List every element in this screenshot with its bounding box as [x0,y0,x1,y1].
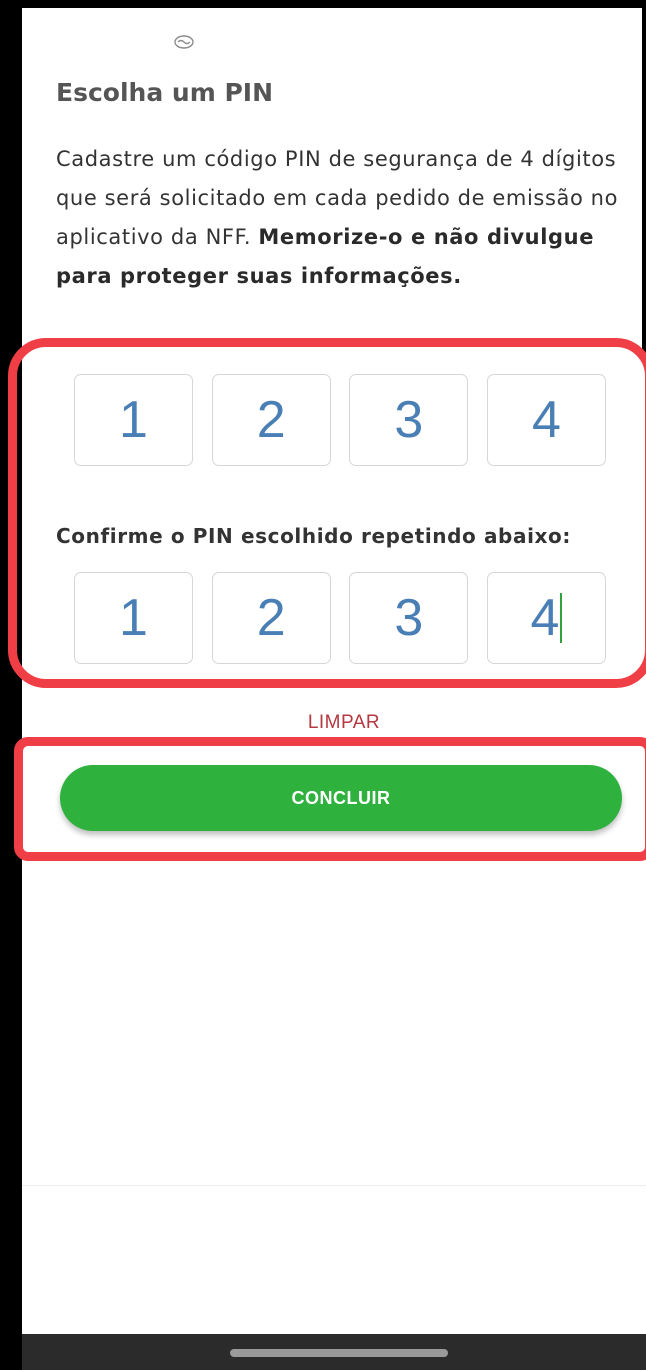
pin-digit-2[interactable]: 2 [211,374,331,466]
confirm-pin-digit-4[interactable]: 4 [486,572,606,664]
device-frame-top [0,0,646,8]
confirm-pin-digit-1[interactable]: 1 [74,572,193,664]
pin-input-group: 1 2 3 4 [74,374,606,466]
pin-setup-screen: Escolha um PIN Cadastre um código PIN de… [22,8,642,1370]
pin-instructions: Cadastre um código PIN de segurança de 4… [56,140,636,296]
confirm-pin-digit-4-value: 4 [530,589,560,647]
confirm-pin-digit-3[interactable]: 3 [349,572,469,664]
page-title: Escolha um PIN [56,78,273,107]
device-frame-right [642,0,646,360]
system-navigation-bar [22,1334,646,1370]
footer-divider [22,1185,646,1186]
conclude-button[interactable]: CONCLUIR [60,765,622,831]
handshake-icon [172,34,196,52]
text-cursor [560,593,563,643]
confirm-pin-input-group: 1 2 3 4 [74,572,606,664]
clear-button[interactable]: LIMPAR [22,712,646,734]
device-frame-left [0,0,22,1370]
confirm-pin-digit-2[interactable]: 2 [211,572,331,664]
home-indicator[interactable] [230,1349,448,1357]
pin-digit-3[interactable]: 3 [349,374,469,466]
confirm-pin-label: Confirme o PIN escolhido repetindo abaix… [56,524,571,548]
pin-digit-4[interactable]: 4 [486,374,606,466]
pin-digit-1[interactable]: 1 [74,374,193,466]
